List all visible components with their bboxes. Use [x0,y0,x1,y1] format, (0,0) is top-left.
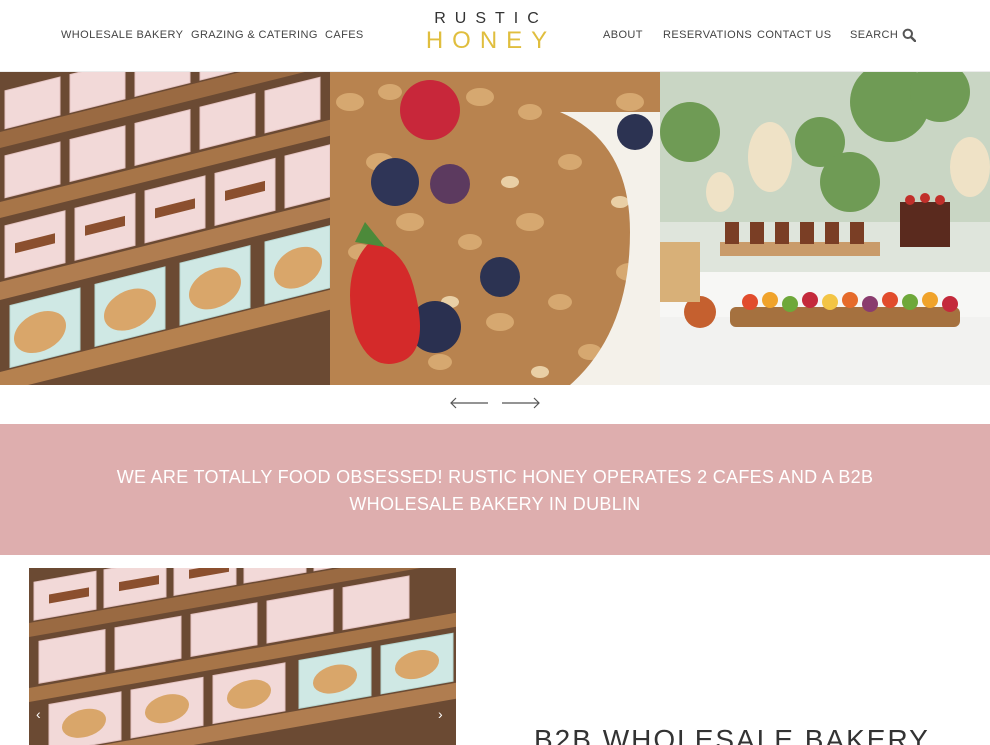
nav-grazing-catering[interactable]: GRAZING & CATERING [191,29,318,41]
nav-about[interactable]: ABOUT [603,29,643,41]
site-logo[interactable]: RUSTIC HONEY [418,10,558,54]
hero-image-bakery-shelves [0,72,330,385]
intro-banner: WE ARE TOTALLY FOOD OBSESSED! RUSTIC HON… [0,424,990,555]
section-heading: B2B WHOLESALE BAKERY [534,724,930,745]
slider-next-arrow-icon[interactable] [501,395,541,411]
nav-reservations[interactable]: RESERVATIONS [663,29,752,41]
hero-image-grazing-table [660,72,990,385]
intro-banner-text: WE ARE TOTALLY FOOD OBSESSED! RUSTIC HON… [116,467,874,514]
lower-slider-prev-icon[interactable]: ‹ [36,706,41,722]
logo-word-honey: HONEY [425,27,557,54]
nav-cafes[interactable]: CAFES [325,29,364,41]
search-icon[interactable] [902,28,917,43]
nav-contact-us[interactable]: CONTACT US [757,29,832,41]
wholesale-bakery-image [29,568,456,745]
site-header: WHOLESALE BAKERY GRAZING & CATERING CAFE… [0,0,990,72]
nav-search-label[interactable]: SEARCH [850,29,898,41]
hero-slider[interactable] [0,72,990,385]
nav-wholesale-bakery[interactable]: WHOLESALE BAKERY [61,29,183,41]
hero-image-granola [330,72,660,385]
logo-word-rustic: RUSTIC [434,10,548,27]
slider-prev-arrow-icon[interactable] [449,395,489,411]
lower-slider-next-icon[interactable]: › [438,706,443,722]
